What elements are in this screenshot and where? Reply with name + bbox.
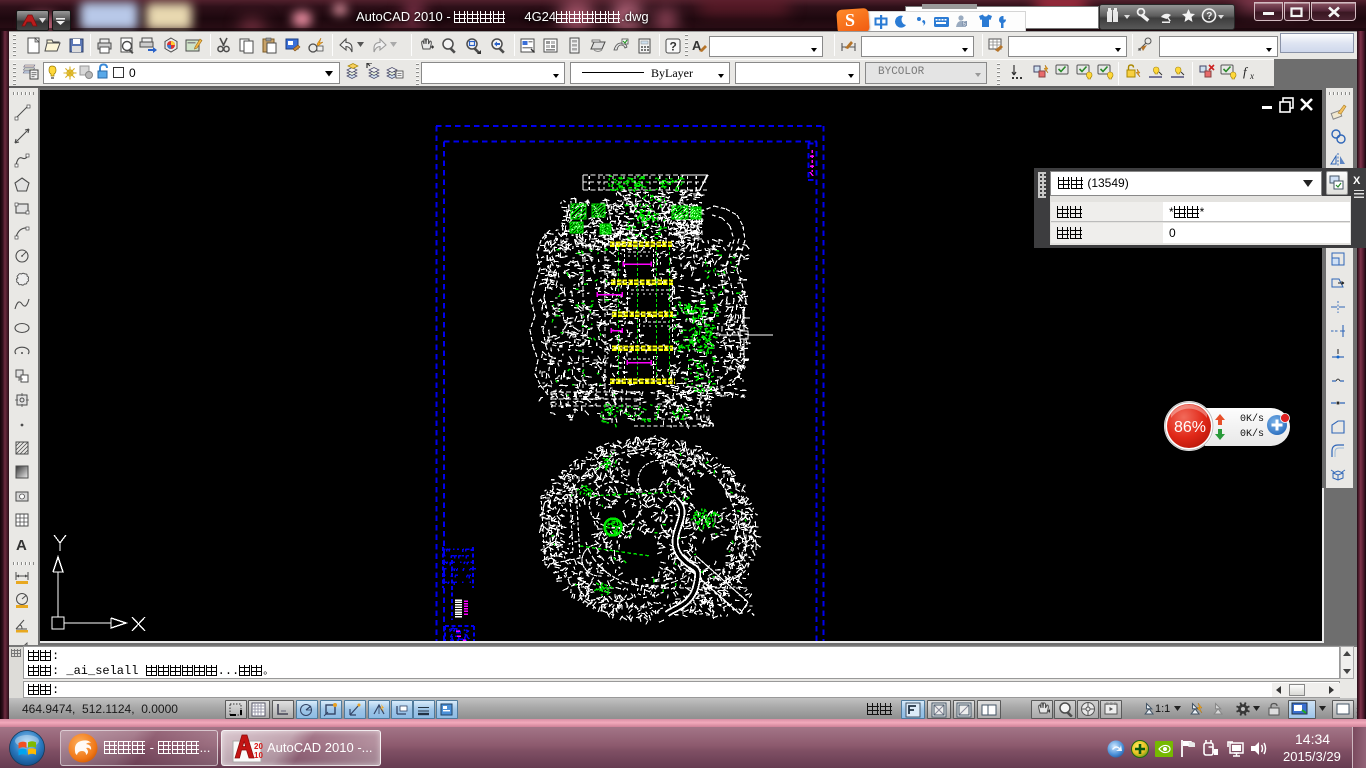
svg-text:?: ? bbox=[670, 40, 677, 54]
svg-text:f: f bbox=[1243, 64, 1249, 79]
svg-text:x: x bbox=[1249, 71, 1254, 81]
svg-text:5: 5 bbox=[963, 22, 966, 28]
svg-text:10: 10 bbox=[254, 751, 263, 760]
svg-text:86%: 86% bbox=[1174, 419, 1206, 436]
svg-text:A: A bbox=[16, 537, 27, 554]
svg-text:20: 20 bbox=[254, 742, 263, 751]
svg-text:?: ? bbox=[1206, 11, 1212, 22]
